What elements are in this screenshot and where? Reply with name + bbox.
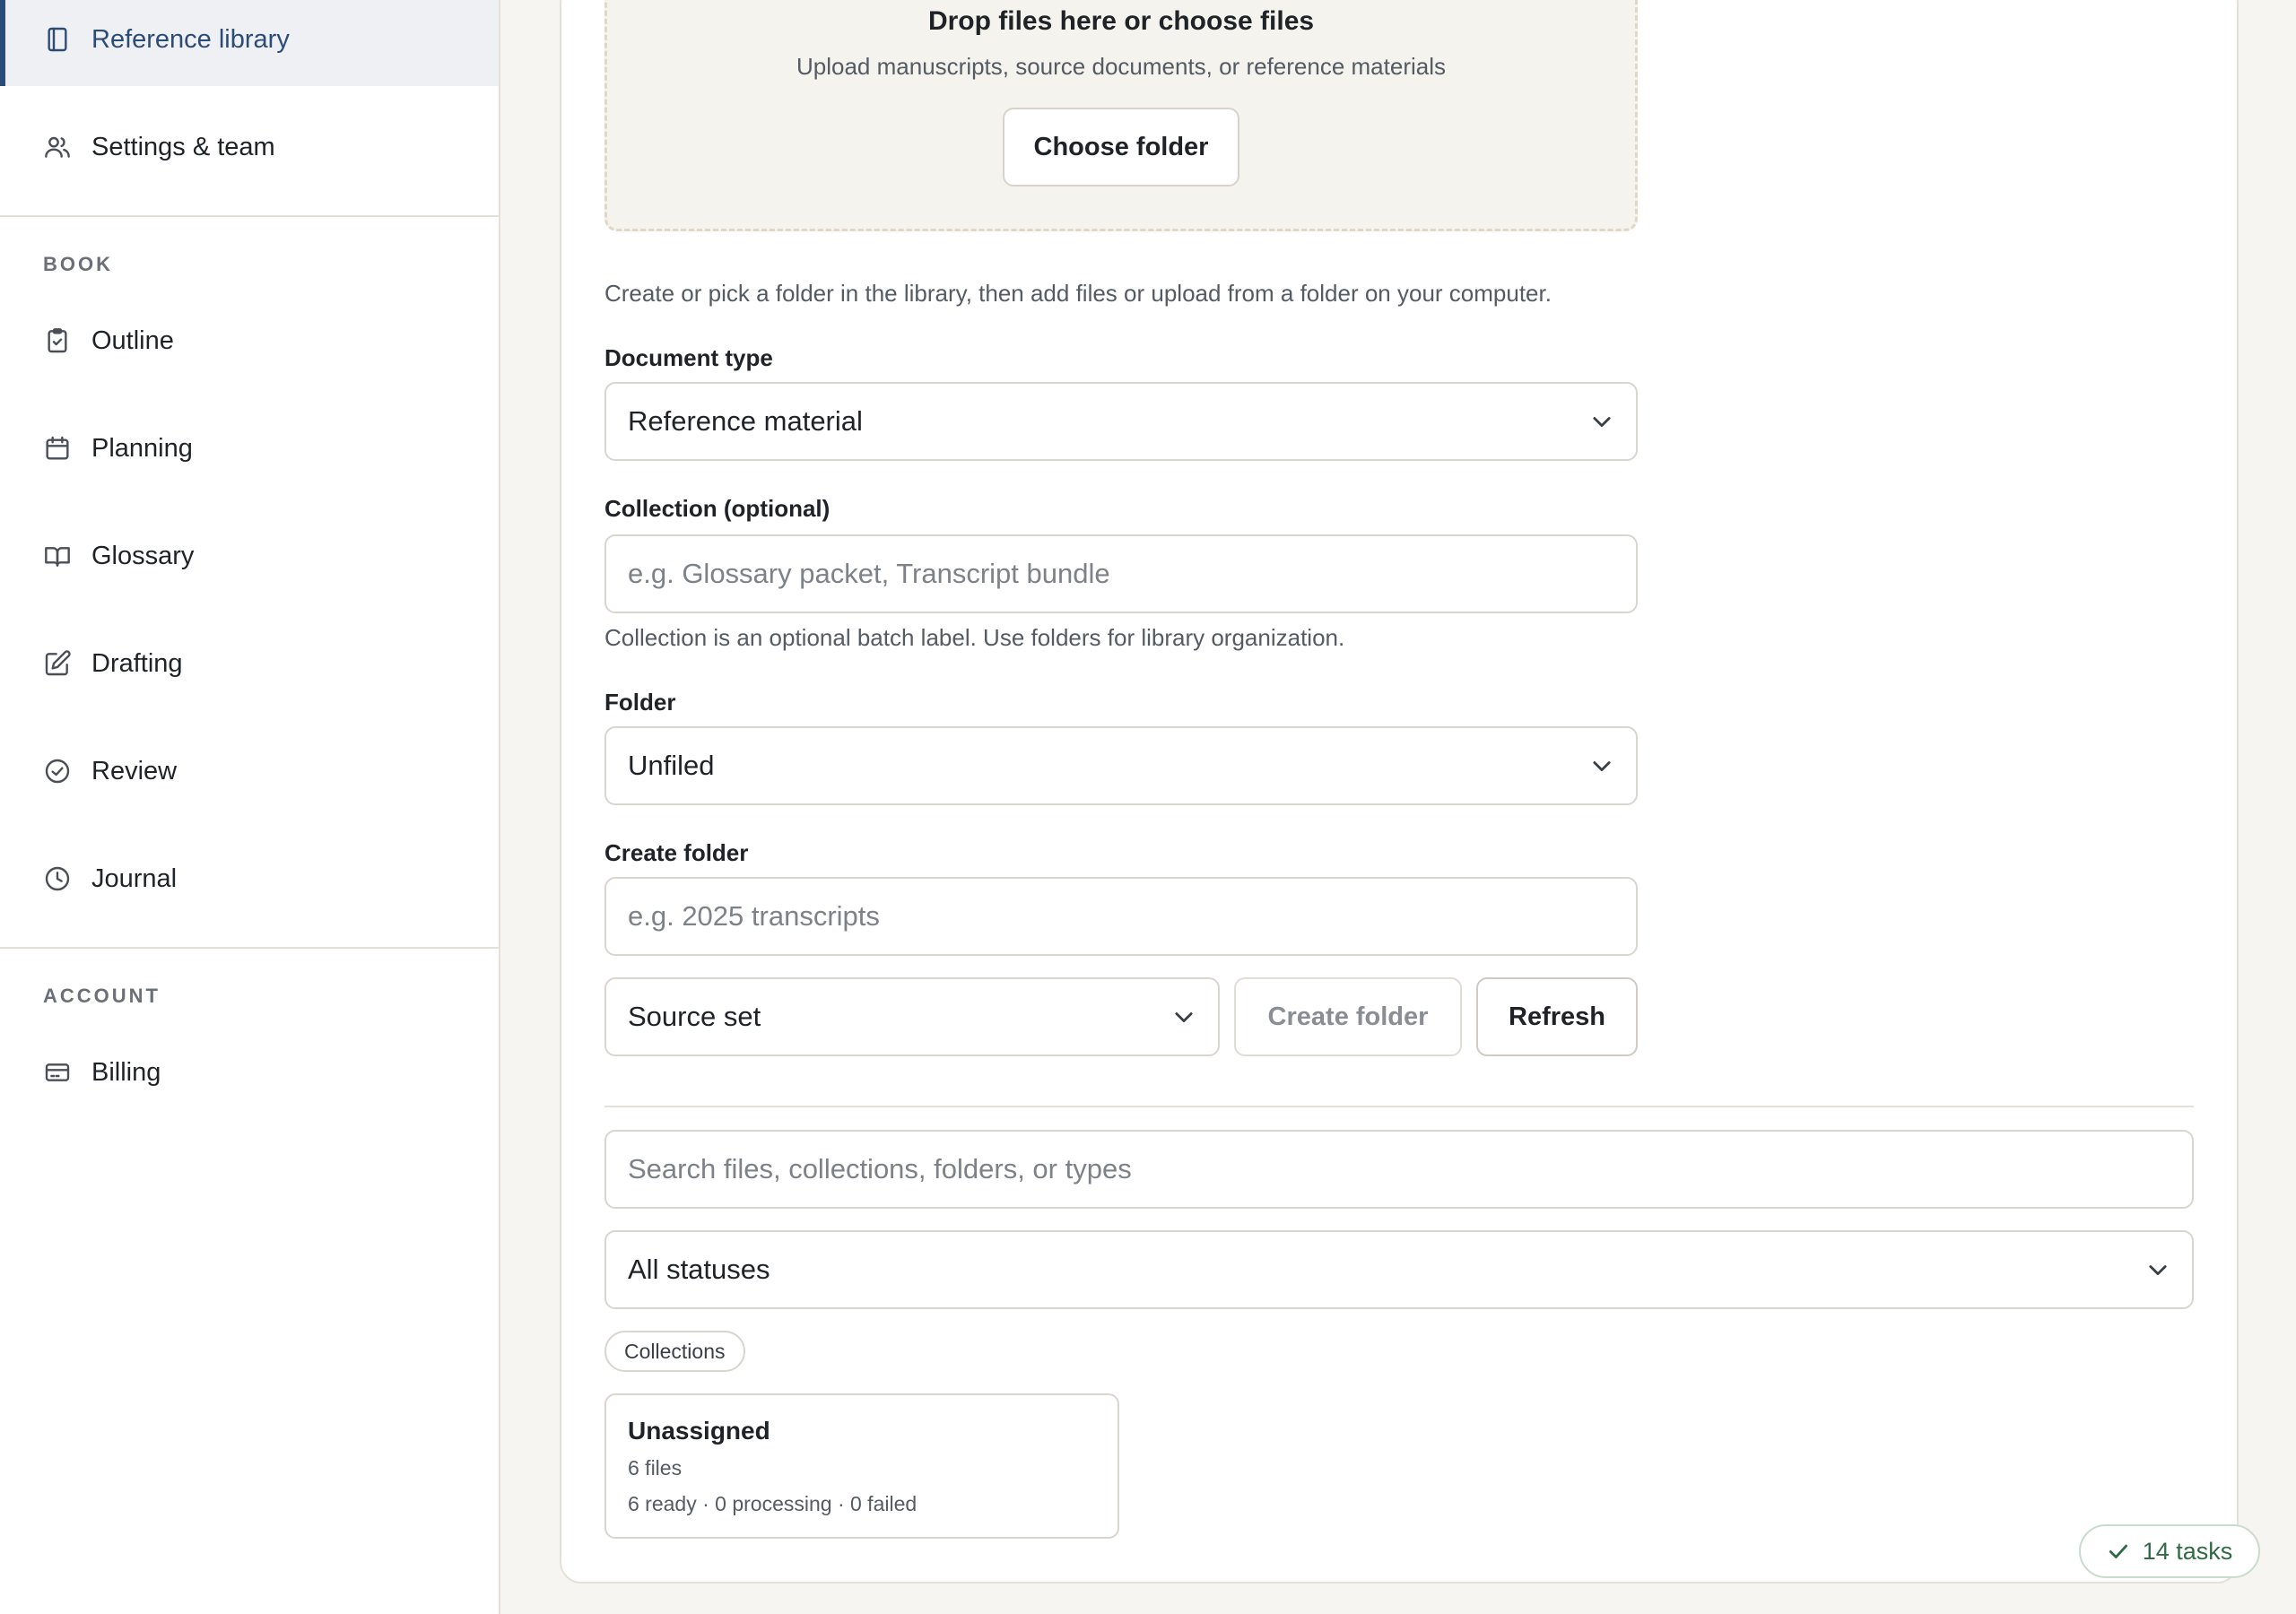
sidebar-item-glossary[interactable]: Glossary (0, 509, 499, 603)
calendar-icon (43, 434, 72, 463)
chevron-down-icon (1171, 1004, 1196, 1029)
sidebar-item-journal[interactable]: Journal (0, 832, 499, 925)
folder-value: Unfiled (628, 750, 715, 781)
upload-help-text: Create or pick a folder in the library, … (604, 280, 1552, 307)
collections-pill[interactable]: Collections (604, 1331, 745, 1372)
sidebar-item-label: Reference library (91, 24, 290, 54)
chevron-down-icon (1589, 753, 1614, 778)
sidebar-item-label: Settings & team (91, 132, 275, 161)
sidebar-item-label: Billing (91, 1057, 161, 1087)
document-type-select[interactable]: Reference material (604, 382, 1638, 461)
collection-card[interactable]: Unassigned 6 files 6 ready · 0 processin… (604, 1393, 1119, 1539)
collection-file-count: 6 files (628, 1456, 683, 1480)
choose-folder-button[interactable]: Choose folder (1003, 108, 1239, 187)
sidebar-item-planning[interactable]: Planning (0, 402, 499, 495)
sidebar-item-billing[interactable]: Billing (0, 1026, 499, 1119)
sidebar-divider (0, 215, 499, 217)
create-folder-label: Create folder (604, 839, 749, 866)
document-type-label: Document type (604, 344, 773, 371)
section-label-account: ACCOUNT (43, 985, 161, 1007)
collection-label: Collection (optional) (604, 495, 831, 522)
folder-kind-value: Source set (628, 1001, 761, 1032)
collection-placeholder: e.g. Glossary packet, Transcript bundle (628, 558, 1110, 589)
create-folder-button[interactable]: Create folder (1234, 977, 1462, 1056)
clock-icon (43, 864, 72, 893)
sidebar-item-review[interactable]: Review (0, 725, 499, 818)
sidebar-item-label: Glossary (91, 541, 195, 570)
tasks-count: 14 tasks (2142, 1537, 2233, 1565)
dropzone-title: Drop files here or choose files (927, 6, 1315, 36)
check-icon (2107, 1540, 2130, 1563)
folder-kind-select[interactable]: Source set (604, 977, 1220, 1056)
credit-card-icon (43, 1058, 72, 1087)
folder-select[interactable]: Unfiled (604, 726, 1638, 805)
users-icon (43, 133, 72, 161)
book-open-icon (43, 542, 72, 570)
sidebar-item-settings-team[interactable]: Settings & team (0, 100, 499, 194)
document-type-value: Reference material (628, 405, 863, 437)
sidebar: Reference library Settings & team BOOK O… (0, 0, 500, 1614)
sidebar-item-drafting[interactable]: Drafting (0, 617, 499, 710)
library-search-input[interactable]: Search files, collections, folders, or t… (604, 1130, 2194, 1209)
status-filter-value: All statuses (628, 1254, 770, 1285)
chevron-down-icon (1589, 409, 1614, 434)
sidebar-divider (0, 947, 499, 949)
sidebar-item-label: Journal (91, 863, 178, 893)
check-circle-icon (43, 757, 72, 785)
collection-name: Unassigned (628, 1417, 770, 1445)
section-divider (604, 1106, 2194, 1107)
sidebar-item-reference-library[interactable]: Reference library (0, 0, 499, 86)
create-folder-input[interactable]: e.g. 2025 transcripts (604, 877, 1638, 956)
collection-input[interactable]: e.g. Glossary packet, Transcript bundle (604, 534, 1638, 613)
refresh-button[interactable]: Refresh (1476, 977, 1638, 1056)
library-search-placeholder: Search files, collections, folders, or t… (628, 1153, 1132, 1184)
notebook-icon (43, 25, 72, 54)
status-filter-select[interactable]: All statuses (604, 1230, 2194, 1309)
sidebar-item-label: Outline (91, 325, 174, 355)
clipboard-check-icon (43, 326, 72, 355)
sidebar-item-label: Drafting (91, 648, 183, 678)
collection-status-summary: 6 ready · 0 processing · 0 failed (628, 1492, 918, 1515)
sidebar-item-label: Planning (91, 433, 193, 463)
folder-label: Folder (604, 689, 676, 716)
sidebar-item-label: Review (91, 756, 178, 785)
create-folder-placeholder: e.g. 2025 transcripts (628, 900, 880, 932)
edit-icon (43, 649, 72, 678)
tasks-badge[interactable]: 14 tasks (2079, 1524, 2260, 1578)
dropzone-subtitle: Upload manuscripts, source documents, or… (796, 53, 1446, 80)
section-label-book: BOOK (43, 253, 113, 275)
chevron-down-icon (2145, 1257, 2170, 1282)
sidebar-item-outline[interactable]: Outline (0, 294, 499, 387)
collection-help-text: Collection is an optional batch label. U… (604, 624, 1345, 651)
